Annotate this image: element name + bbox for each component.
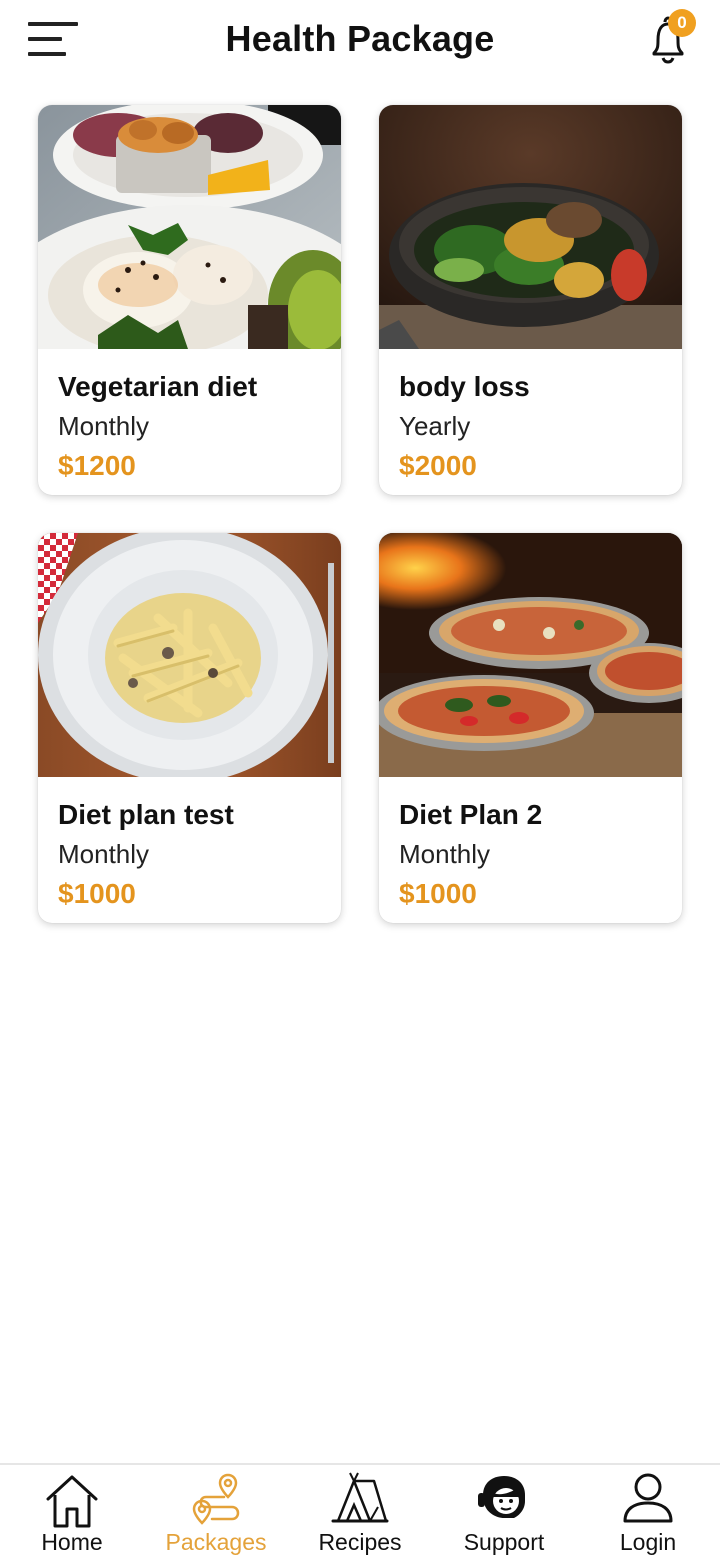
nav-label-home: Home [41,1529,103,1555]
nav-item-login[interactable]: Login [576,1465,720,1558]
nav-label-recipes: Recipes [318,1529,402,1555]
vegetarian-plate-image [38,105,341,349]
nav-label-support: Support [463,1529,545,1555]
nav-item-support[interactable]: Support [432,1465,576,1558]
headset-agent-icon [478,1476,525,1518]
package-price: $1200 [58,450,136,481]
package-card[interactable]: body loss Yearly $2000 [379,105,682,495]
package-title: body loss [399,371,530,402]
nav-item-home[interactable]: Home [0,1465,144,1558]
package-card[interactable]: Diet plan test Monthly $1000 [38,533,341,923]
package-card[interactable]: Vegetarian diet Monthly $1200 [38,105,341,495]
nav-item-recipes[interactable]: Recipes [288,1465,432,1558]
package-card[interactable]: Diet Plan 2 Monthly $1000 [379,533,682,923]
nav-label-packages: Packages [165,1529,267,1555]
nav-item-packages[interactable]: Packages [144,1465,288,1558]
page-title: Health Package [225,18,495,59]
package-period: Monthly [399,839,491,869]
package-title: Diet Plan 2 [399,799,543,830]
package-title: Diet plan test [58,799,234,830]
home-icon [46,1475,98,1528]
app-header: Health Package 0 [0,0,720,84]
pasta-plate-image [38,533,341,777]
salad-bowl-image [379,105,682,349]
user-icon [623,1473,673,1523]
package-period: Monthly [58,839,150,869]
package-price: $1000 [399,878,477,909]
package-title: Vegetarian diet [58,371,258,402]
package-price: $1000 [58,878,136,909]
tent-icon [331,1472,389,1523]
package-price: $2000 [399,450,477,481]
package-period: Yearly [399,411,471,441]
notification-badge: 0 [668,9,696,37]
route-pin-icon [192,1473,240,1525]
nav-label-login: Login [619,1529,677,1555]
pizza-image [379,533,682,777]
bottom-navigation: Home Packages Recipes Support Login [0,1463,720,1558]
package-period: Monthly [58,411,150,441]
